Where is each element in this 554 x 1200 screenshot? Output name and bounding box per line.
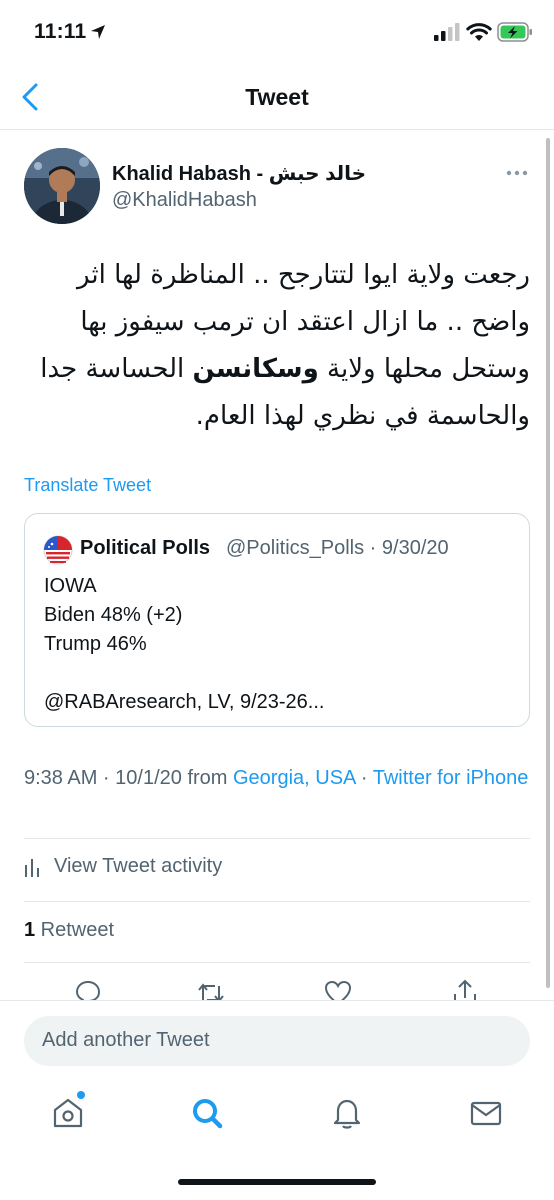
quoted-line: @RABAresearch, LV, 9/23-26...: [44, 691, 325, 713]
tweet-text: رجعت ولاية ايوا لتتارجح .. المناظرة لها …: [22, 252, 530, 440]
poll-logo-icon: [43, 535, 73, 565]
source-link[interactable]: Twitter for iPhone: [373, 767, 529, 789]
meta-separator: ·: [355, 767, 373, 789]
location-link[interactable]: Georgia, USA: [233, 767, 355, 789]
search-icon[interactable]: [190, 1096, 224, 1130]
home-notification-dot: [77, 1091, 85, 1099]
notifications-icon[interactable]: [330, 1096, 364, 1130]
quoted-line: Biden 48% (+2): [44, 604, 183, 626]
home-icon[interactable]: [51, 1096, 85, 1130]
quoted-line: [44, 659, 324, 688]
tweet-timestamp: 9:38 AM · 10/1/20 from: [24, 767, 233, 789]
tweet-meta: 9:38 AM · 10/1/20 from Georgia, USA · Tw…: [24, 764, 534, 793]
divider: [24, 962, 530, 963]
status-bar: 11:11: [0, 0, 554, 66]
quoted-tweet-text: IOWA Biden 48% (+2) Trump 46% @RABAresea…: [44, 572, 324, 717]
retweet-icon[interactable]: [196, 978, 226, 1002]
author-name[interactable]: Khalid Habash - خالد حبش: [112, 161, 366, 186]
quoted-author-name: Political Polls: [80, 537, 211, 559]
tweet-text-bold: وسكانسن: [192, 354, 319, 384]
retweet-count[interactable]: 1 Retweet: [24, 919, 114, 942]
battery-charging-icon: [497, 22, 532, 42]
cellular-signal-icon: [434, 23, 460, 41]
scrollbar[interactable]: [546, 138, 550, 988]
avatar-photo: [24, 148, 100, 224]
author-handle[interactable]: @KhalidHabash: [112, 189, 257, 212]
quoted-author-avatar: [43, 535, 73, 565]
author-avatar[interactable]: [24, 148, 100, 224]
messages-icon[interactable]: [469, 1096, 503, 1130]
analytics-icon: [25, 858, 39, 877]
add-another-tweet-input[interactable]: Add another Tweet: [24, 1016, 530, 1066]
home-indicator[interactable]: [178, 1179, 376, 1185]
status-time: 11:11: [34, 20, 87, 43]
view-tweet-activity-label: View Tweet activity: [54, 855, 223, 877]
quoted-tweet-card[interactable]: Political Polls @Politics_Polls · 9/30/2…: [24, 513, 530, 727]
wifi-icon: [466, 23, 492, 41]
like-icon[interactable]: [323, 978, 353, 1002]
retweet-count-label: Retweet: [35, 919, 115, 941]
navigation-header: Tweet: [0, 66, 554, 130]
quoted-line: Trump 46%: [44, 633, 147, 655]
location-arrow-icon: [91, 25, 105, 39]
share-icon[interactable]: [450, 978, 480, 1002]
divider: [24, 901, 530, 902]
view-tweet-activity-button[interactable]: View Tweet activity: [24, 855, 222, 878]
more-options-icon[interactable]: [500, 165, 534, 181]
translate-tweet-link[interactable]: Translate Tweet: [24, 475, 151, 496]
reply-composer-bar: Add another Tweet: [0, 1000, 554, 1080]
reply-icon[interactable]: [73, 978, 103, 1002]
quoted-author-meta: @Politics_Polls · 9/30/20: [226, 537, 449, 559]
page-title: Tweet: [245, 84, 309, 110]
retweet-count-value: 1: [24, 919, 36, 941]
divider: [24, 838, 530, 839]
tweet-actions: [0, 966, 554, 1002]
quoted-line: IOWA: [44, 575, 97, 597]
